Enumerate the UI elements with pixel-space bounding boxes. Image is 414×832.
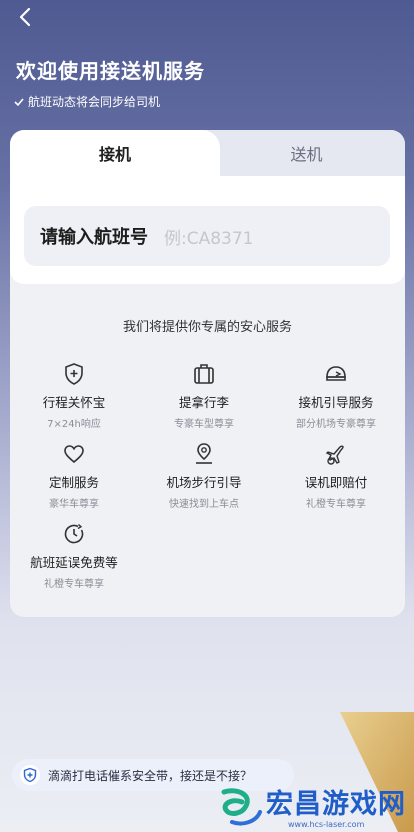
watermark-text: 宏昌游戏网: [266, 789, 406, 820]
service-item-care[interactable]: 行程关怀宝 7×24h响应: [14, 362, 134, 430]
booking-card: 送机 接机 请输入航班号 例:CA8371 我们将提供你专属的安心服务 行程关怀…: [10, 130, 405, 617]
service-desc: 快速找到上车点: [169, 499, 239, 510]
shield-plus-icon: [20, 765, 40, 785]
shield-plus-icon: [65, 363, 83, 385]
tab-bar: 送机 接机: [10, 130, 405, 176]
heart-icon: [64, 445, 84, 464]
luggage-icon: [194, 364, 214, 384]
chevron-left-icon: [19, 7, 31, 27]
service-desc: 专豪车型尊享: [174, 419, 234, 430]
page-subtitle: 航班动态将会同步给司机: [14, 93, 160, 110]
flight-number-input[interactable]: 请输入航班号 例:CA8371: [24, 206, 390, 266]
guide-sign-icon: [326, 366, 346, 381]
service-desc: 礼橙专车尊享: [44, 579, 104, 590]
service-item-guide[interactable]: 接机引导服务 部分机场专豪尊享: [276, 362, 396, 430]
service-item-luggage[interactable]: 提拿行李 专豪车型尊享: [144, 362, 264, 430]
service-item-delay-wait[interactable]: 航班延误免费等 礼橙专车尊享: [14, 522, 134, 590]
flight-input-panel: 请输入航班号 例:CA8371: [10, 176, 405, 284]
service-desc: 礼橙专车尊享: [306, 499, 366, 510]
service-name: 接机引导服务: [298, 395, 374, 410]
plane-coin-icon: [325, 445, 344, 465]
tab-pickup[interactable]: 接机: [10, 130, 220, 176]
service-name: 定制服务: [48, 475, 99, 490]
flight-input-placeholder: 例:CA8371: [164, 228, 254, 249]
watermark-logo-icon: [221, 788, 262, 826]
location-pin-icon: [196, 443, 212, 464]
service-name: 提拿行李: [178, 395, 229, 410]
services-heading: 我们将提供你专属的安心服务: [122, 320, 292, 335]
site-watermark: 宏昌游戏网 www.hcs-laser.com: [218, 780, 412, 832]
service-name: 航班延误免费等: [30, 555, 118, 570]
service-item-compensation[interactable]: 误机即赔付 礼橙专车尊享: [276, 442, 396, 510]
service-name: 行程关怀宝: [42, 395, 106, 410]
service-name: 机场步行引导: [166, 475, 242, 490]
service-desc: 7×24h响应: [47, 419, 101, 430]
service-desc: 豪华车尊享: [49, 499, 99, 510]
service-item-walk-guide[interactable]: 机场步行引导 快速找到上车点: [144, 442, 264, 510]
clock-icon: [64, 523, 84, 544]
watermark-url: www.hcs-laser.com: [288, 820, 365, 829]
tab-dropoff[interactable]: 送机: [208, 130, 405, 176]
service-item-custom[interactable]: 定制服务 豪华车尊享: [14, 442, 134, 510]
page-title: 欢迎使用接送机服务: [16, 59, 205, 83]
subtitle-text: 航班动态将会同步给司机: [28, 95, 161, 109]
check-icon: [14, 97, 24, 106]
back-button[interactable]: [12, 4, 38, 30]
service-name: 误机即赔付: [304, 475, 368, 490]
flight-input-label: 请输入航班号: [40, 227, 148, 248]
service-desc: 部分机场专豪尊享: [296, 419, 376, 430]
